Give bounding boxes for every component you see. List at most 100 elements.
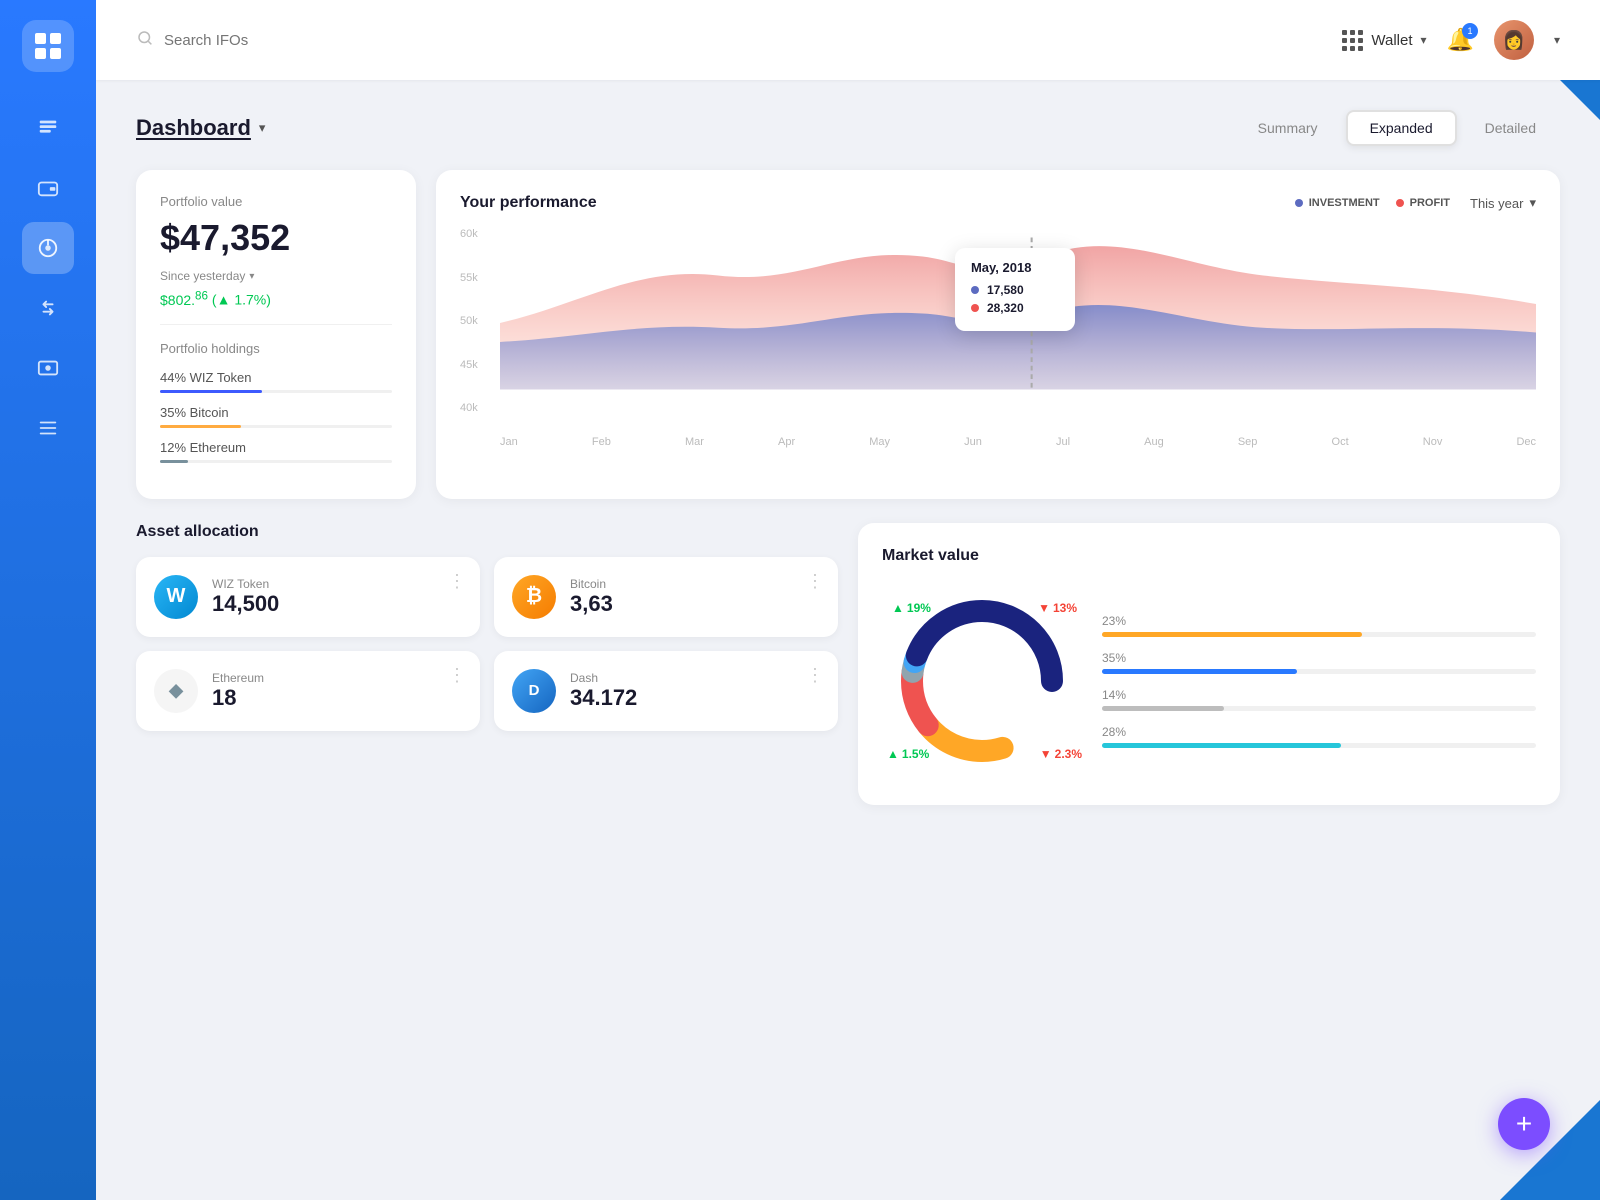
tooltip-investment-row: 17,580 (971, 283, 1059, 297)
avatar-image: 👩 (1494, 20, 1534, 60)
holdings-label: Portfolio holdings (160, 341, 392, 356)
bar-pct-0: 23% (1102, 614, 1536, 628)
investment-label: INVESTMENT (1309, 197, 1380, 209)
page-title-area[interactable]: Dashboard ▾ (136, 115, 265, 141)
topbar: Wallet ▾ 🔔 1 👩 ▾ (96, 0, 1600, 80)
sidebar-logo[interactable] (22, 20, 74, 72)
wiz-icon: W (154, 575, 198, 619)
investment-dot (1295, 199, 1303, 207)
eth-icon: ◆ (154, 669, 198, 713)
notification-badge: 1 (1462, 23, 1478, 39)
chart-tooltip: May, 2018 17,580 28,320 (955, 248, 1075, 331)
sidebar-item-transfer[interactable] (22, 282, 74, 334)
dashboard-grid: Portfolio value $47,352 Since yesterday … (136, 170, 1560, 499)
search-area (136, 29, 1322, 52)
page-header: Dashboard ▾ Summary Expanded Detailed (136, 110, 1560, 146)
sidebar-item-money[interactable] (22, 342, 74, 394)
tab-summary[interactable]: Summary (1234, 110, 1342, 146)
sidebar-item-news[interactable] (22, 102, 74, 154)
holding-btc: 35% Bitcoin (160, 405, 392, 428)
notification-button[interactable]: 🔔 1 (1447, 27, 1474, 53)
holding-wiz: 44% WIZ Token (160, 370, 392, 393)
dash-value: 34.172 (570, 685, 637, 711)
asset-card-dash: D Dash 34.172 ⋮ (494, 651, 838, 731)
wallet-chevron-icon: ▾ (1421, 33, 1427, 47)
wallet-label: Wallet (1371, 32, 1412, 49)
market-inner: ▲ 19% ▼ 13% ▲ 1.5% ▼ 2.3% (882, 581, 1536, 781)
time-filter[interactable]: This year ▾ (1470, 195, 1536, 211)
market-bar-row-2: 14% (1102, 688, 1536, 711)
asset-card-btc: ₿ Bitcoin 3,63 ⋮ (494, 557, 838, 637)
asset-allocation-title: Asset allocation (136, 523, 838, 541)
bar-track-3 (1102, 743, 1536, 748)
holding-eth: 12% Ethereum (160, 440, 392, 463)
bar-fill-2 (1102, 706, 1224, 711)
tab-expanded[interactable]: Expanded (1346, 110, 1457, 146)
since-text: Since yesterday (160, 269, 245, 283)
holding-wiz-bar (160, 390, 392, 393)
page-title-chevron-icon: ▾ (259, 120, 266, 136)
tooltip-investment-dot (971, 286, 979, 294)
portfolio-divider (160, 324, 392, 325)
fab-button[interactable]: + (1498, 1098, 1550, 1150)
asset-card-wiz: W WIZ Token 14,500 ⋮ (136, 557, 480, 637)
wiz-info: WIZ Token 14,500 (212, 577, 279, 617)
tooltip-profit-dot (971, 304, 979, 312)
wiz-menu-button[interactable]: ⋮ (448, 571, 466, 592)
donut-svg (882, 581, 1082, 781)
sidebar (0, 0, 96, 1200)
avatar-dropdown-icon[interactable]: ▾ (1554, 33, 1560, 47)
bar-pct-2: 14% (1102, 688, 1536, 702)
dash-name: Dash (570, 671, 637, 685)
since-yesterday-label[interactable]: Since yesterday ▾ (160, 269, 392, 283)
dash-icon: D (512, 669, 556, 713)
wallet-selector[interactable]: Wallet ▾ (1342, 30, 1426, 51)
portfolio-value: $47,352 (160, 217, 392, 259)
market-bar-row-0: 23% (1102, 614, 1536, 637)
dashboard-icon (37, 237, 59, 259)
wiz-value: 14,500 (212, 591, 279, 617)
btc-menu-button[interactable]: ⋮ (806, 571, 824, 592)
bar-fill-3 (1102, 743, 1341, 748)
money-icon (37, 357, 59, 379)
sidebar-item-dashboard[interactable] (22, 222, 74, 274)
bar-track-1 (1102, 669, 1536, 674)
bar-fill-0 (1102, 632, 1362, 637)
sidebar-item-list[interactable] (22, 402, 74, 454)
y-axis-labels: 60k 55k 50k 45k 40k (460, 228, 500, 418)
tooltip-profit-val: 28,320 (987, 301, 1024, 315)
bar-track-0 (1102, 632, 1536, 637)
bar-track-2 (1102, 706, 1536, 711)
dash-menu-button[interactable]: ⋮ (806, 665, 824, 686)
change-amount: $802.86 (160, 292, 208, 308)
transfer-icon (37, 297, 59, 319)
tooltip-date: May, 2018 (971, 260, 1059, 275)
performance-controls: INVESTMENT PROFIT This year ▾ (1295, 195, 1536, 211)
since-chevron-icon: ▾ (249, 271, 254, 282)
eth-name: Ethereum (212, 671, 264, 685)
legend-investment: INVESTMENT (1295, 197, 1380, 209)
bar-pct-3: 28% (1102, 725, 1536, 739)
sidebar-nav (0, 102, 96, 454)
holding-eth-bar (160, 460, 392, 463)
logo-icon (33, 31, 63, 61)
market-bar-row-1: 35% (1102, 651, 1536, 674)
bar-fill-1 (1102, 669, 1297, 674)
bottom-grid: Asset allocation W WIZ Token 14,500 ⋮ ₿ (136, 523, 1560, 805)
search-input[interactable] (164, 32, 364, 49)
performance-header: Your performance INVESTMENT PROFIT (460, 194, 1536, 212)
asset-card-eth: ◆ Ethereum 18 ⋮ (136, 651, 480, 731)
legend-profit: PROFIT (1396, 197, 1450, 209)
sidebar-item-wallet[interactable] (22, 162, 74, 214)
asset-allocation-section: Asset allocation W WIZ Token 14,500 ⋮ ₿ (136, 523, 838, 805)
content-area: Dashboard ▾ Summary Expanded Detailed Po… (96, 80, 1600, 1200)
btc-info: Bitcoin 3,63 (570, 577, 613, 617)
portfolio-change: $802.86 (▲ 1.7%) (160, 289, 392, 308)
wiz-name: WIZ Token (212, 577, 279, 591)
market-bar-row-3: 28% (1102, 725, 1536, 748)
eth-menu-button[interactable]: ⋮ (448, 665, 466, 686)
user-avatar[interactable]: 👩 (1494, 20, 1534, 60)
search-icon (136, 29, 154, 52)
bar-pct-1: 35% (1102, 651, 1536, 665)
tab-detailed[interactable]: Detailed (1461, 110, 1560, 146)
